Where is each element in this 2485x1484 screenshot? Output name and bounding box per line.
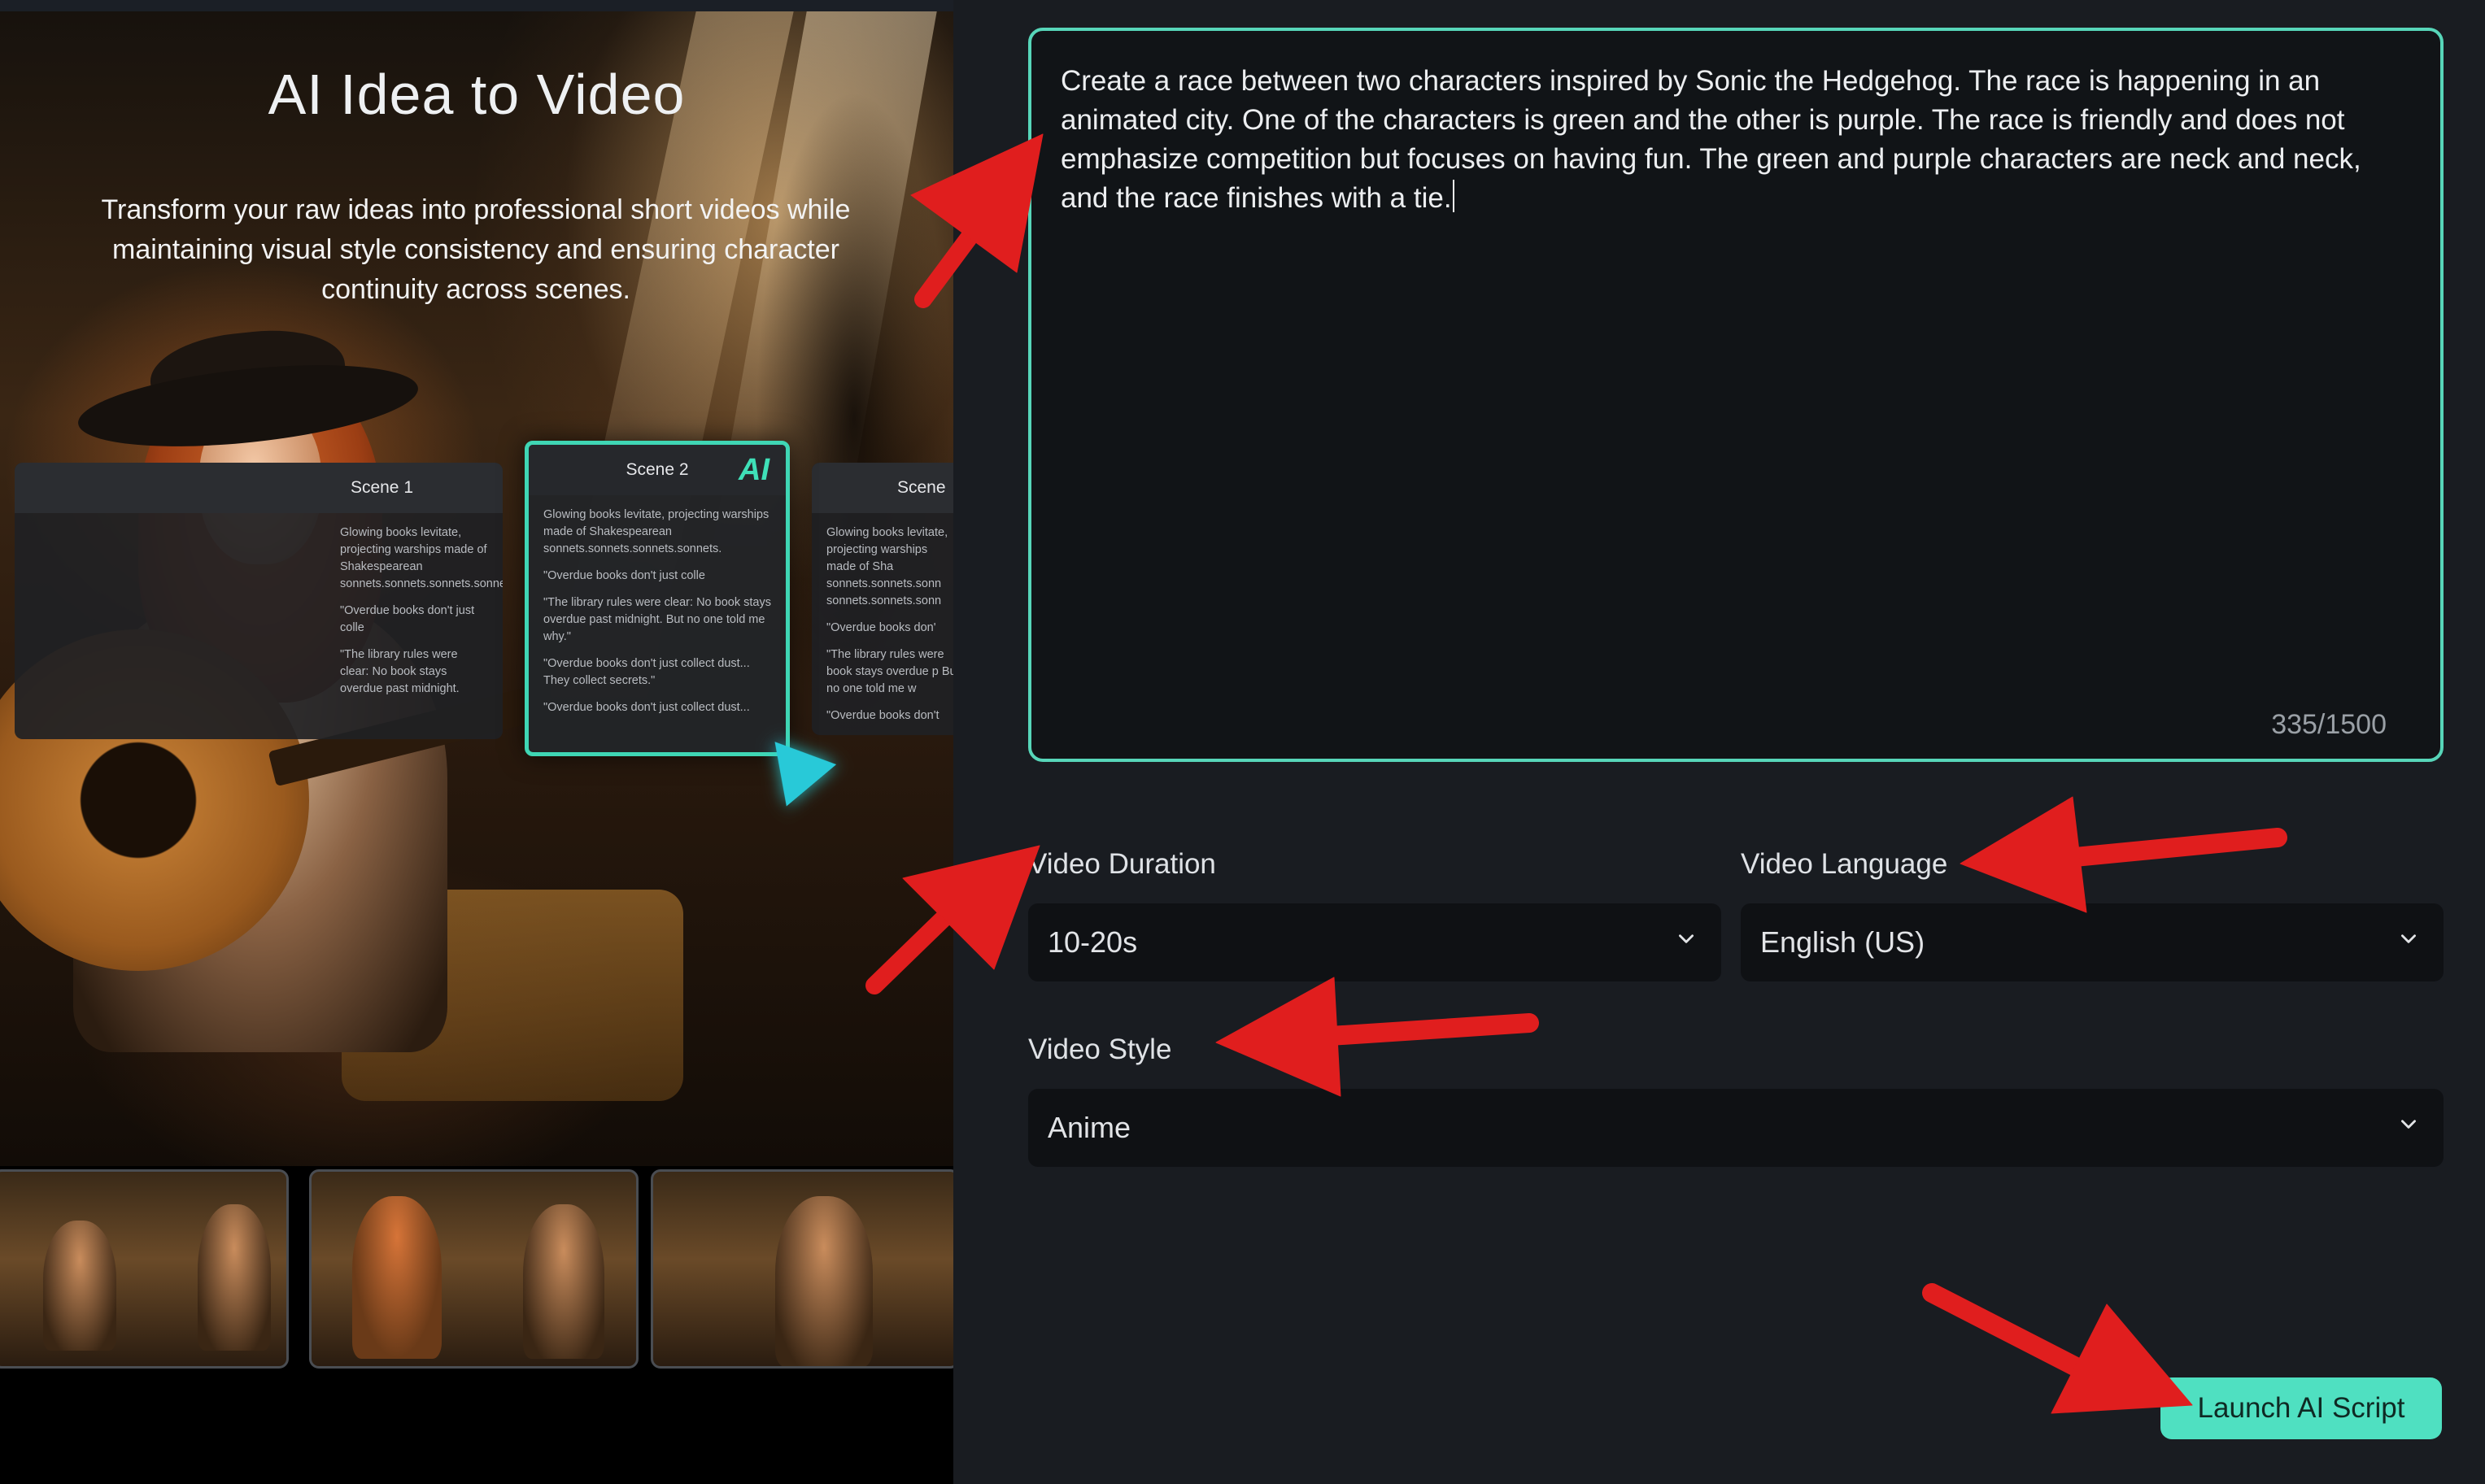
scene-card-line: Glowing books levitate, projecting warsh… (826, 526, 948, 607)
promo-top-bar (0, 0, 953, 11)
video-duration-value: 10-20s (1048, 925, 1138, 959)
promo-panel: AI Idea to Video Transform your raw idea… (0, 0, 953, 1484)
thumbnail-image (651, 1169, 953, 1369)
scene-card-title: Scene 2 (626, 460, 689, 479)
thumbnail-image (0, 1169, 289, 1369)
scene-card-1: Scene 1 Glowing books levitate, projecti… (15, 463, 503, 739)
scene-card-line: "The library rules were clear: No book s… (340, 648, 460, 695)
scene-card-line: "Overdue books don't just collect dust..… (543, 657, 750, 687)
thumbnail-figure (352, 1196, 442, 1359)
scene-card-line: "Overdue books don't just colle (340, 604, 475, 634)
scene-card-line: "The library rules were book stays overd… (826, 648, 953, 695)
thumbnail-figure (775, 1196, 873, 1366)
scene-card-line: Glowing books levitate, projecting warsh… (543, 508, 769, 555)
scene-card-title: Scene (812, 463, 953, 513)
script-form-panel: Create a race between two characters ins… (953, 0, 2485, 1484)
chevron-down-icon (2401, 934, 2416, 943)
chevron-down-icon (1679, 934, 1694, 943)
video-style-select[interactable]: Anime (1028, 1089, 2444, 1167)
scene-card-line: "Overdue books don't just collect dust..… (543, 701, 750, 714)
scene-card-line: "Overdue books don' (826, 621, 936, 634)
video-style-value: Anime (1048, 1111, 1131, 1144)
chevron-down-icon (2401, 1120, 2416, 1129)
scene-card-line: "Overdue books don't just colle (543, 569, 705, 582)
thumbnail-figure (523, 1204, 604, 1359)
video-language-label: Video Language (1741, 848, 1948, 880)
video-duration-select[interactable]: 10-20s (1028, 903, 1721, 981)
thumbnail-image (309, 1169, 639, 1369)
scene-card-line: "The library rules were clear: No book s… (543, 596, 771, 643)
video-style-label: Video Style (1028, 1034, 1172, 1065)
scene-card-3: Scene Glowing books levitate, projecting… (812, 463, 953, 735)
scene-card-2: Scene 2 AI Glowing books levitate, proje… (525, 441, 790, 756)
promo-hero-image: AI Idea to Video Transform your raw idea… (0, 11, 953, 1166)
thumbnail-strip (0, 1169, 953, 1373)
scene-card-title: Scene 1 (15, 463, 503, 513)
promo-title: AI Idea to Video (268, 63, 686, 126)
scene-card-line: Glowing books levitate, projecting warsh… (340, 526, 503, 590)
app-root: AI Idea to Video Transform your raw idea… (0, 0, 2485, 1484)
thumbnail-figure (198, 1204, 271, 1351)
idea-prompt-textarea[interactable]: Create a race between two characters ins… (1028, 28, 2444, 762)
text-caret (1452, 180, 1454, 212)
thumbnail-figure (43, 1221, 116, 1351)
video-language-value: English (US) (1760, 925, 1925, 959)
video-duration-label: Video Duration (1028, 848, 1216, 880)
launch-ai-script-button[interactable]: Launch AI Script (2160, 1377, 2442, 1439)
character-counter: 335/1500 (2271, 709, 2387, 740)
ai-badge: AI (739, 453, 769, 487)
scene-card-line: "Overdue books don't (826, 709, 940, 722)
video-language-select[interactable]: English (US) (1741, 903, 2444, 981)
idea-prompt-text: Create a race between two characters ins… (1061, 65, 2361, 214)
promo-subtitle: Transform your raw ideas into profession… (101, 194, 851, 305)
